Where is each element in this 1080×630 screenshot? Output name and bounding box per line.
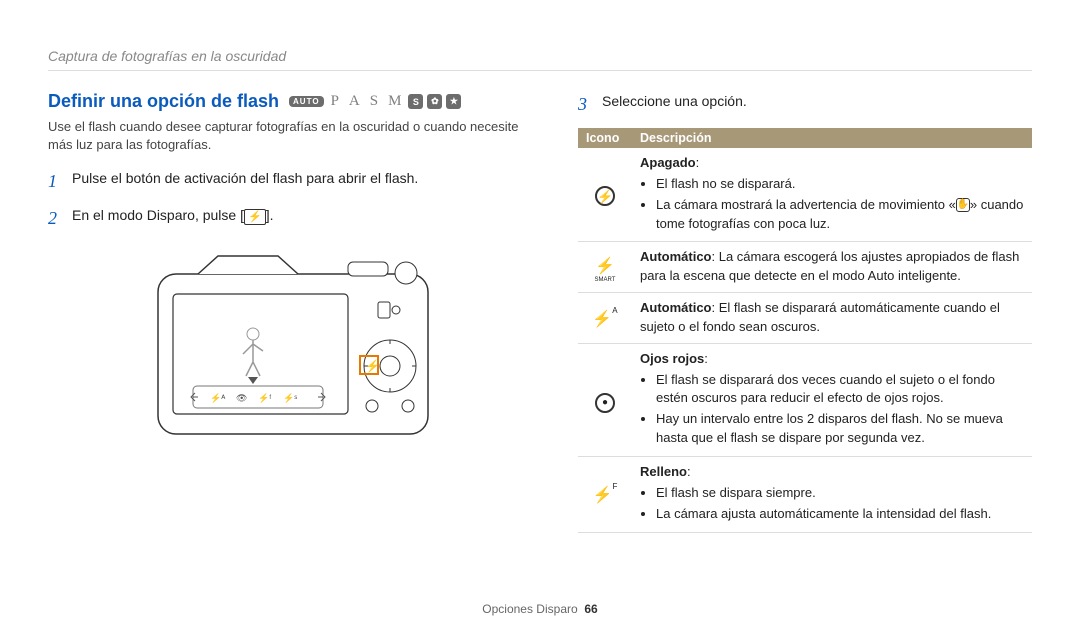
flash-auto-a-sup: A xyxy=(612,306,617,315)
mode-auto-badge: AUTO xyxy=(289,96,324,107)
th-icon: Icono xyxy=(578,128,632,148)
table-row: ⚡ Apagado: El flash no se disparará. La … xyxy=(578,148,1032,242)
row-auto-a-bold: Automático xyxy=(640,300,712,315)
title-text: Definir una opción de flash xyxy=(48,91,279,112)
table-row: ⚡F Relleno: El flash se dispara siempre.… xyxy=(578,456,1032,532)
row-apagado-b2: La cámara mostrará la advertencia de mov… xyxy=(656,196,1024,234)
row-auto-smart-bold: Automático xyxy=(640,249,712,264)
row-redeye-b2: Hay un intervalo entre los 2 disparos de… xyxy=(656,410,1024,448)
flash-fill-icon: ⚡F xyxy=(578,456,632,532)
mode-icon-1: S xyxy=(408,94,423,109)
step-3-number: 3 xyxy=(578,91,594,118)
mode-badges: AUTO P A S M S ✿ ★ xyxy=(289,93,461,110)
mode-icon-3: ★ xyxy=(446,94,461,109)
camera-svg-icon: ⚡ᴬ 👁 ⚡ᶠ ⚡ˢ ⚡ xyxy=(138,244,448,454)
row-apagado: Apagado: El flash no se disparará. La cá… xyxy=(632,148,1032,242)
row-fill-b2: La cámara ajusta automáticamente la inte… xyxy=(656,505,1024,524)
mode-a: A xyxy=(346,93,363,110)
step-1-number: 1 xyxy=(48,168,64,195)
shake-warning-icon: ✋ xyxy=(956,198,970,212)
breadcrumb: Captura de fotografías en la oscuridad xyxy=(48,48,1032,71)
svg-text:⚡ᶠ: ⚡ᶠ xyxy=(258,392,271,404)
step-2-number: 2 xyxy=(48,205,64,232)
row-redeye-title: Ojos rojos xyxy=(640,351,704,366)
right-column: 3 Seleccione una opción. Icono Descripci… xyxy=(578,91,1032,533)
flash-auto-smart-icon: ⚡SMART xyxy=(578,242,632,293)
flash-fill-sup: F xyxy=(613,482,618,491)
row-apagado-title: Apagado xyxy=(640,155,696,170)
row-fill-title: Relleno xyxy=(640,464,687,479)
table-row: ● Ojos rojos: El flash se disparará dos … xyxy=(578,343,1032,456)
th-desc: Descripción xyxy=(632,128,1032,148)
mode-p: P xyxy=(328,93,342,110)
step-2-pre: En el modo Disparo, pulse [ xyxy=(72,207,244,223)
svg-text:👁: 👁 xyxy=(236,393,247,403)
flash-off-icon: ⚡ xyxy=(578,148,632,242)
footer-page-number: 66 xyxy=(584,602,597,616)
flash-options-table: Icono Descripción ⚡ Apagado: El flash no… xyxy=(578,128,1032,533)
svg-text:⚡ˢ: ⚡ˢ xyxy=(283,392,297,404)
step-2-text: En el modo Disparo, pulse [⚡]. xyxy=(72,205,273,232)
table-row: ⚡SMART Automático: La cámara escogerá lo… xyxy=(578,242,1032,293)
page-footer: Opciones Disparo 66 xyxy=(0,602,1080,616)
step-3-text: Seleccione una opción. xyxy=(602,91,747,118)
row-fill: Relleno: El flash se dispara siempre. La… xyxy=(632,456,1032,532)
step-2-post: ]. xyxy=(266,207,274,223)
flash-redeye-icon: ● xyxy=(578,343,632,456)
row-redeye-b1: El flash se disparará dos veces cuando e… xyxy=(656,371,1024,409)
content-columns: Definir una opción de flash AUTO P A S M… xyxy=(48,91,1032,533)
row-apagado-b1: El flash no se disparará. xyxy=(656,175,1024,194)
svg-text:⚡ᴬ: ⚡ᴬ xyxy=(210,392,226,404)
left-column: Definir una opción de flash AUTO P A S M… xyxy=(48,91,538,533)
step-1-text: Pulse el botón de activación del flash p… xyxy=(72,168,418,195)
table-row: ⚡A Automático: El flash se disparará aut… xyxy=(578,293,1032,344)
step-1: 1 Pulse el botón de activación del flash… xyxy=(48,168,538,195)
flash-button-icon: ⚡ xyxy=(244,209,266,225)
intro-text: Use el flash cuando desee capturar fotog… xyxy=(48,118,538,154)
camera-illustration: ⚡ᴬ 👁 ⚡ᶠ ⚡ˢ ⚡ xyxy=(48,244,538,459)
step-2: 2 En el modo Disparo, pulse [⚡]. xyxy=(48,205,538,232)
footer-label: Opciones Disparo xyxy=(482,602,577,616)
mode-icon-2: ✿ xyxy=(427,94,442,109)
section-title: Definir una opción de flash AUTO P A S M… xyxy=(48,91,538,112)
mode-m: M xyxy=(385,93,404,110)
step-3: 3 Seleccione una opción. xyxy=(578,91,1032,118)
mode-s: S xyxy=(367,93,381,110)
row-fill-b1: El flash se dispara siempre. xyxy=(656,484,1024,503)
row-auto-smart: Automático: La cámara escogerá los ajust… xyxy=(632,242,1032,293)
row-auto-a: Automático: El flash se disparará automá… xyxy=(632,293,1032,344)
svg-text:⚡: ⚡ xyxy=(365,359,380,373)
flash-auto-a-icon: ⚡A xyxy=(578,293,632,344)
row-redeye: Ojos rojos: El flash se disparará dos ve… xyxy=(632,343,1032,456)
